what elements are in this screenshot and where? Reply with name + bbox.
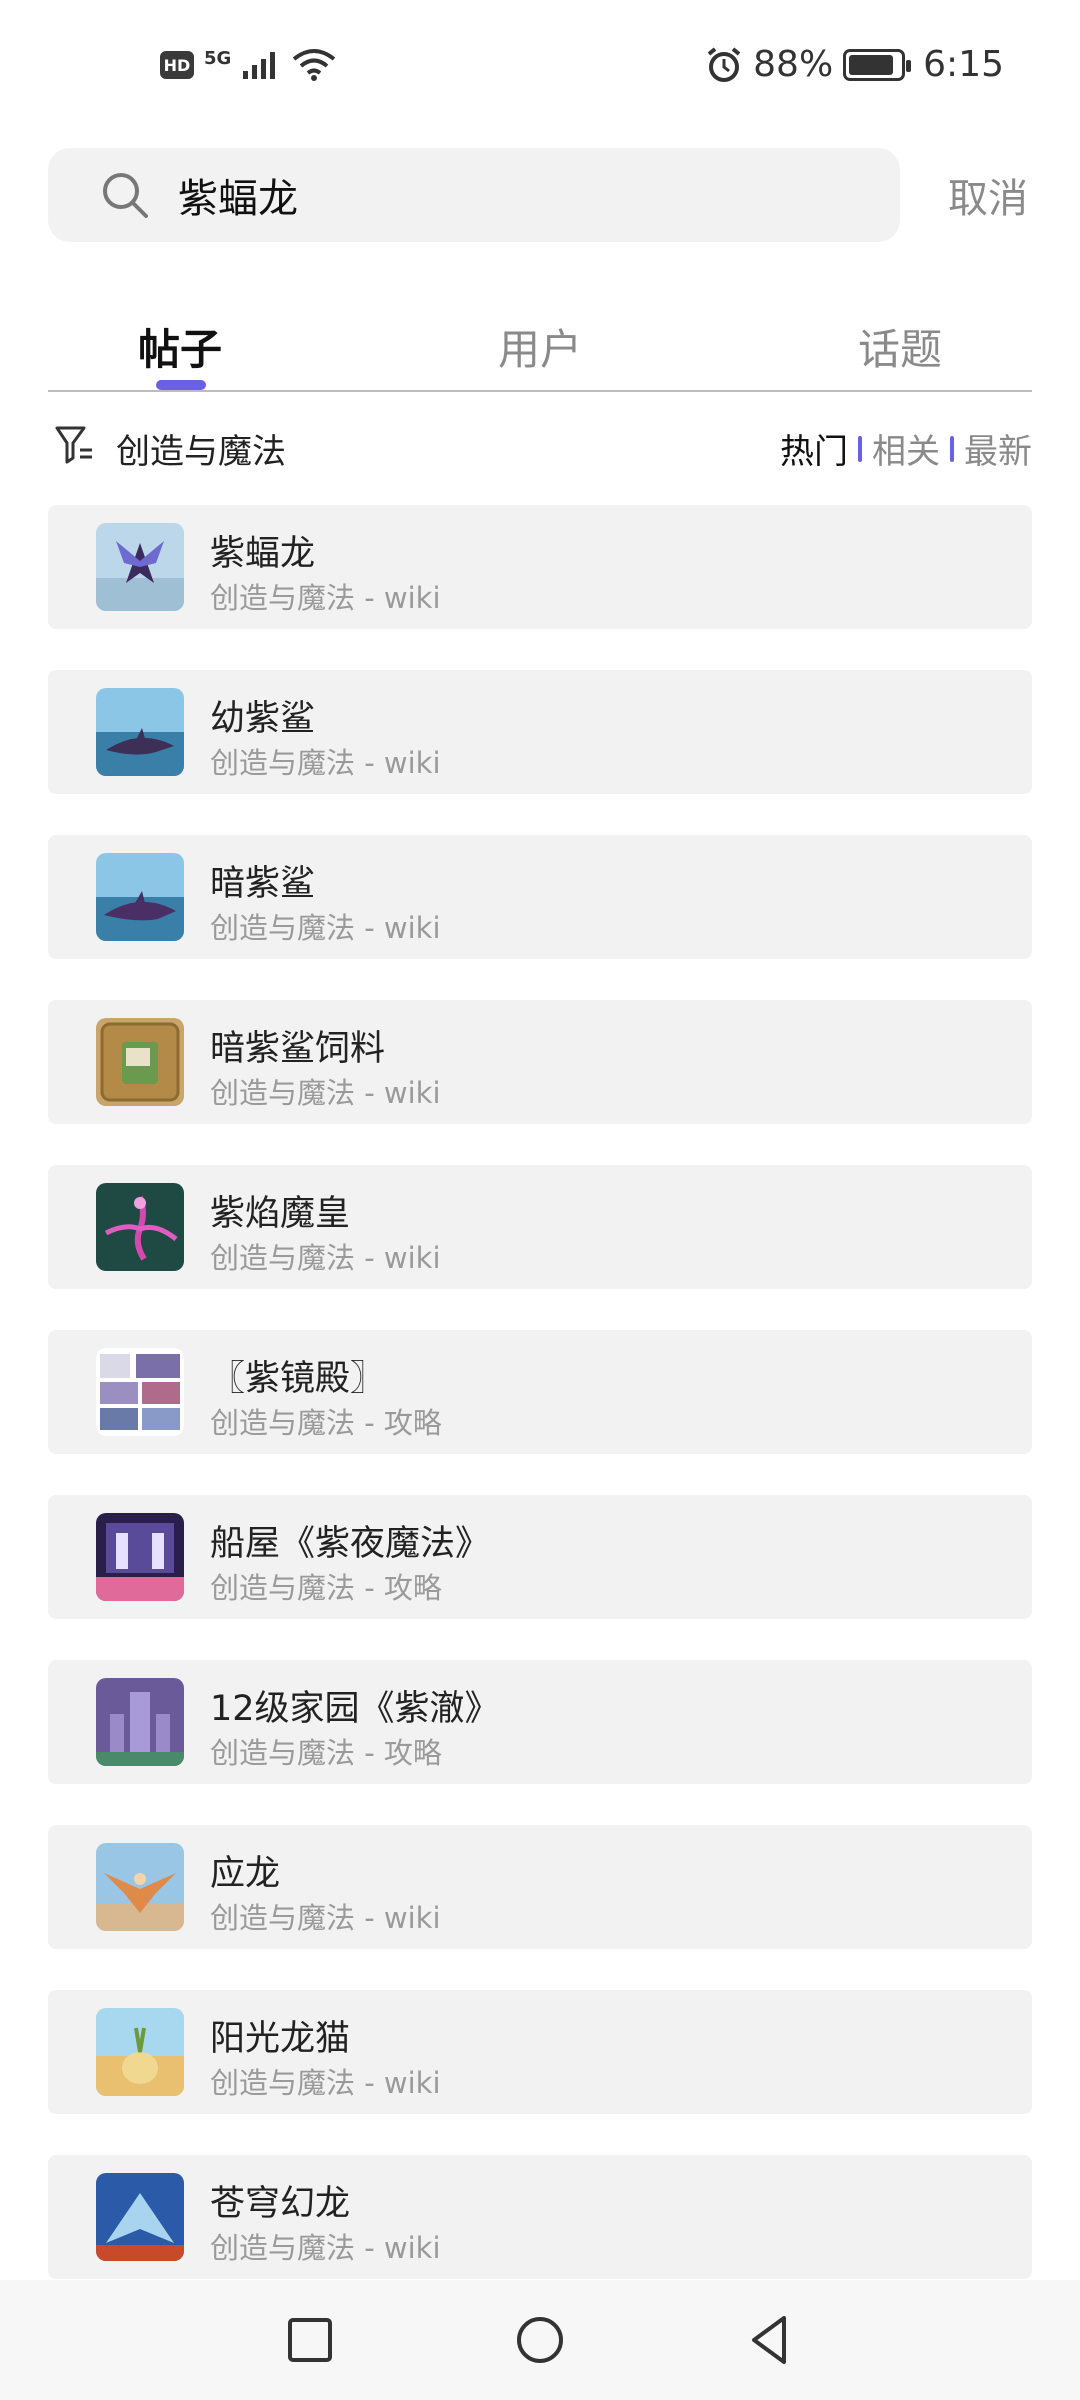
result-title: 紫蝠龙 (210, 534, 316, 574)
result-title: 暗紫鲨饲料 (210, 1029, 386, 1069)
result-title: 紫焰魔皇 (210, 1194, 351, 1234)
clock: 6:15 (923, 44, 1004, 85)
thumbnail-purple-castle (96, 1678, 184, 1766)
active-tab-indicator (156, 380, 206, 390)
result-item[interactable]: 紫焰魔皇 创造与魔法 - wiki (48, 1165, 1032, 1289)
result-title: 幼紫鲨 (210, 699, 316, 739)
result-subtitle: 创造与魔法 - 攻略 (210, 1406, 442, 1440)
thumbnail-shark-feed (96, 1018, 184, 1106)
result-item[interactable]: 应龙 创造与魔法 - wiki (48, 1825, 1032, 1949)
tab-posts[interactable]: 帖子 (138, 316, 222, 377)
result-title: 苍穹幻龙 (210, 2184, 351, 2224)
signal-icon (243, 52, 276, 79)
sort-divider (950, 435, 954, 462)
tab-bar: 帖子 用户 话题 (48, 310, 1032, 392)
result-subtitle: 创造与魔法 - wiki (210, 1241, 441, 1275)
result-subtitle: 创造与魔法 - wiki (210, 1901, 441, 1935)
result-item[interactable]: 阳光龙猫 创造与魔法 - wiki (48, 1990, 1032, 2114)
result-subtitle: 创造与魔法 - wiki (210, 581, 441, 615)
results-list: 紫蝠龙 创造与魔法 - wiki 幼紫鲨 创造与魔法 - wiki 暗紫鲨 创造… (48, 505, 1032, 2320)
result-item[interactable]: 12级家园《紫澈》 创造与魔法 - 攻略 (48, 1660, 1032, 1784)
result-subtitle: 创造与魔法 - 攻略 (210, 1736, 442, 1770)
result-item[interactable]: 暗紫鲨饲料 创造与魔法 - wiki (48, 1000, 1032, 1124)
filter-game-label[interactable]: 创造与魔法 (116, 424, 286, 473)
sort-relevant[interactable]: 相关 (872, 424, 940, 473)
network-label: 5G (204, 47, 232, 69)
wifi-icon (293, 49, 336, 81)
tab-topics[interactable]: 话题 (858, 316, 942, 377)
result-subtitle: 创造与魔法 - wiki (210, 2066, 441, 2100)
result-item[interactable]: 幼紫鲨 创造与魔法 - wiki (48, 670, 1032, 794)
status-bar: HD 5G 88% 6:15 (0, 0, 1080, 140)
result-title: 〖紫镜殿〗 (210, 1359, 386, 1399)
alarm-icon (707, 46, 741, 82)
back-icon[interactable] (740, 2310, 800, 2370)
cancel-button[interactable]: 取消 (948, 166, 1028, 224)
battery-icon (843, 48, 912, 81)
result-title: 船屋《紫夜魔法》 (210, 1524, 491, 1564)
result-item[interactable]: 苍穹幻龙 创造与魔法 - wiki (48, 2155, 1032, 2279)
result-title: 12级家园《紫澈》 (210, 1689, 500, 1729)
result-title: 应龙 (210, 1854, 281, 1894)
thumbnail-screenshot-collage (96, 1348, 184, 1436)
result-subtitle: 创造与魔法 - wiki (210, 2231, 441, 2265)
sort-hot[interactable]: 热门 (780, 424, 848, 473)
tab-users[interactable]: 用户 (498, 316, 582, 377)
result-item[interactable]: 紫蝠龙 创造与魔法 - wiki (48, 505, 1032, 629)
filter-row: 创造与魔法 热门 相关 最新 (48, 420, 1032, 480)
result-item[interactable]: 暗紫鲨 创造与魔法 - wiki (48, 835, 1032, 959)
thumbnail-dark-purple-shark (96, 853, 184, 941)
recent-apps-icon[interactable] (280, 2310, 340, 2370)
search-icon (103, 173, 148, 218)
home-icon[interactable] (510, 2310, 570, 2370)
thumbnail-young-purple-shark (96, 688, 184, 776)
search-results-screen: HD 5G 88% 6:15 紫蝠龙 取消 帖子 用户 话题 创造与魔法 热门 … (0, 0, 1080, 2400)
thumbnail-sunny-chinchilla (96, 2008, 184, 2096)
sort-latest[interactable]: 最新 (964, 424, 1032, 473)
sort-options: 热门 相关 最新 (780, 424, 1032, 473)
search-input[interactable] (178, 148, 858, 242)
thumbnail-boathouse (96, 1513, 184, 1601)
filter-icon[interactable] (54, 424, 94, 466)
result-title: 暗紫鲨 (210, 864, 316, 904)
thumbnail-winged-dragon (96, 1843, 184, 1931)
result-subtitle: 创造与魔法 - wiki (210, 746, 441, 780)
system-nav-bar (0, 2280, 1080, 2400)
search-bar[interactable] (48, 148, 900, 242)
result-item[interactable]: 船屋《紫夜魔法》 创造与魔法 - 攻略 (48, 1495, 1032, 1619)
result-item[interactable]: 〖紫镜殿〗 创造与魔法 - 攻略 (48, 1330, 1032, 1454)
status-left: HD 5G (160, 48, 337, 82)
result-subtitle: 创造与魔法 - wiki (210, 911, 441, 945)
status-right: 88% 6:15 (705, 44, 1004, 85)
result-subtitle: 创造与魔法 - 攻略 (210, 1571, 442, 1605)
battery-percent: 88% (753, 44, 834, 85)
thumbnail-purple-bat-dragon (96, 523, 184, 611)
thumbnail-sky-dragon (96, 2173, 184, 2261)
hd-icon: HD (160, 51, 194, 79)
thumbnail-purple-flame-demon (96, 1183, 184, 1271)
result-subtitle: 创造与魔法 - wiki (210, 1076, 441, 1110)
sort-divider (858, 435, 862, 462)
result-title: 阳光龙猫 (210, 2019, 351, 2059)
